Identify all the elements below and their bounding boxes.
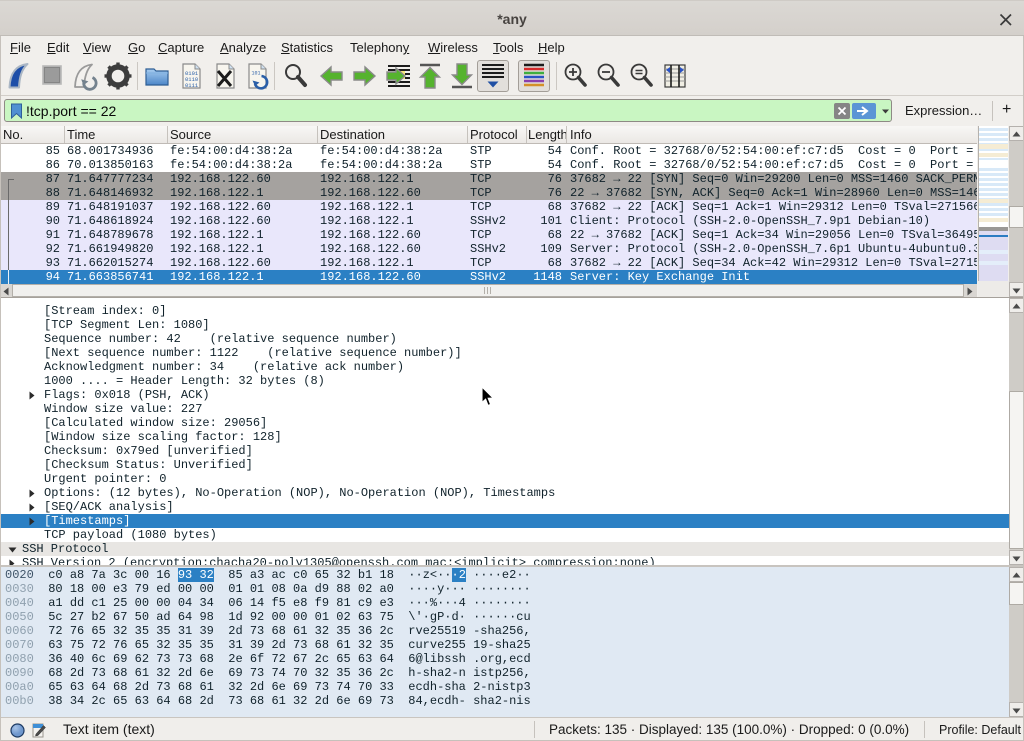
svg-text:0111: 0111 xyxy=(185,82,199,89)
svg-text:101: 101 xyxy=(252,71,261,77)
